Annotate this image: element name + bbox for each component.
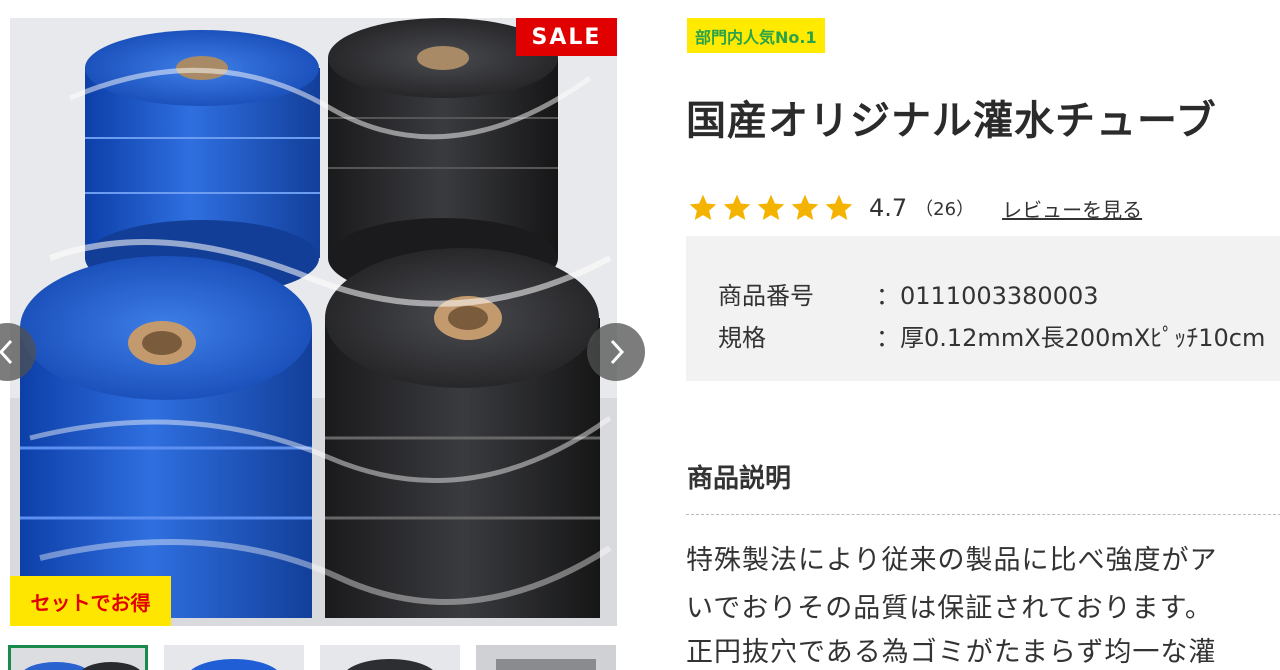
view-reviews-link[interactable]: レビューを見る (1002, 194, 1142, 223)
star-icon (689, 194, 717, 220)
divider (686, 514, 1280, 515)
spec-value: ：0111003380003 (876, 282, 1099, 310)
spec-row-item-number: 商品番号 ：0111003380003 (718, 276, 1099, 311)
thumbnail-4[interactable] (476, 645, 616, 670)
description-line: 特殊製法により従来の製品に比べ強度がア (686, 545, 1218, 576)
thumbnail-1[interactable] (8, 645, 148, 670)
rating-summary: 4.7 （26） レビューを見る (687, 190, 1142, 226)
product-photo (10, 18, 617, 626)
thumbnail-2[interactable] (164, 645, 304, 670)
sale-badge: SALE (516, 18, 617, 56)
spec-label: 規格 (718, 324, 766, 352)
product-image-gallery[interactable]: SALE セットでお得 (10, 18, 617, 626)
description-line: 正円抜穴である為ゴミがたまらず均一な灌 (686, 637, 1217, 668)
popularity-rank-badge: 部門内人気No.1 (687, 18, 825, 53)
star-icon (791, 194, 819, 220)
rating-value: 4.7 (869, 194, 908, 222)
star-icon (757, 194, 785, 220)
gallery-next-button[interactable] (587, 323, 645, 381)
description-heading: 商品説明 (687, 464, 792, 494)
product-spec-box: 商品番号 ：0111003380003 規格 ：厚0.12mmX長200mXﾋﾟ… (686, 236, 1280, 381)
chevron-right-icon (610, 339, 625, 365)
chevron-left-icon (0, 339, 13, 365)
rating-stars (687, 192, 855, 224)
star-icon (825, 194, 853, 220)
set-deal-badge: セットでお得 (10, 576, 171, 626)
spec-value: ：厚0.12mmX長200mXﾋﾟｯﾁ10cm (876, 324, 1266, 352)
review-count: （26） (915, 199, 975, 220)
star-icon (723, 194, 751, 220)
spec-row-standard: 規格 ：厚0.12mmX長200mXﾋﾟｯﾁ10cm (718, 318, 1265, 353)
spec-label: 商品番号 (718, 282, 814, 310)
product-title: 国産オリジナル灌水チューブ (686, 98, 1217, 144)
description-line: いでおりその品質は保証されております。 (686, 593, 1213, 624)
thumbnail-3[interactable] (320, 645, 460, 670)
